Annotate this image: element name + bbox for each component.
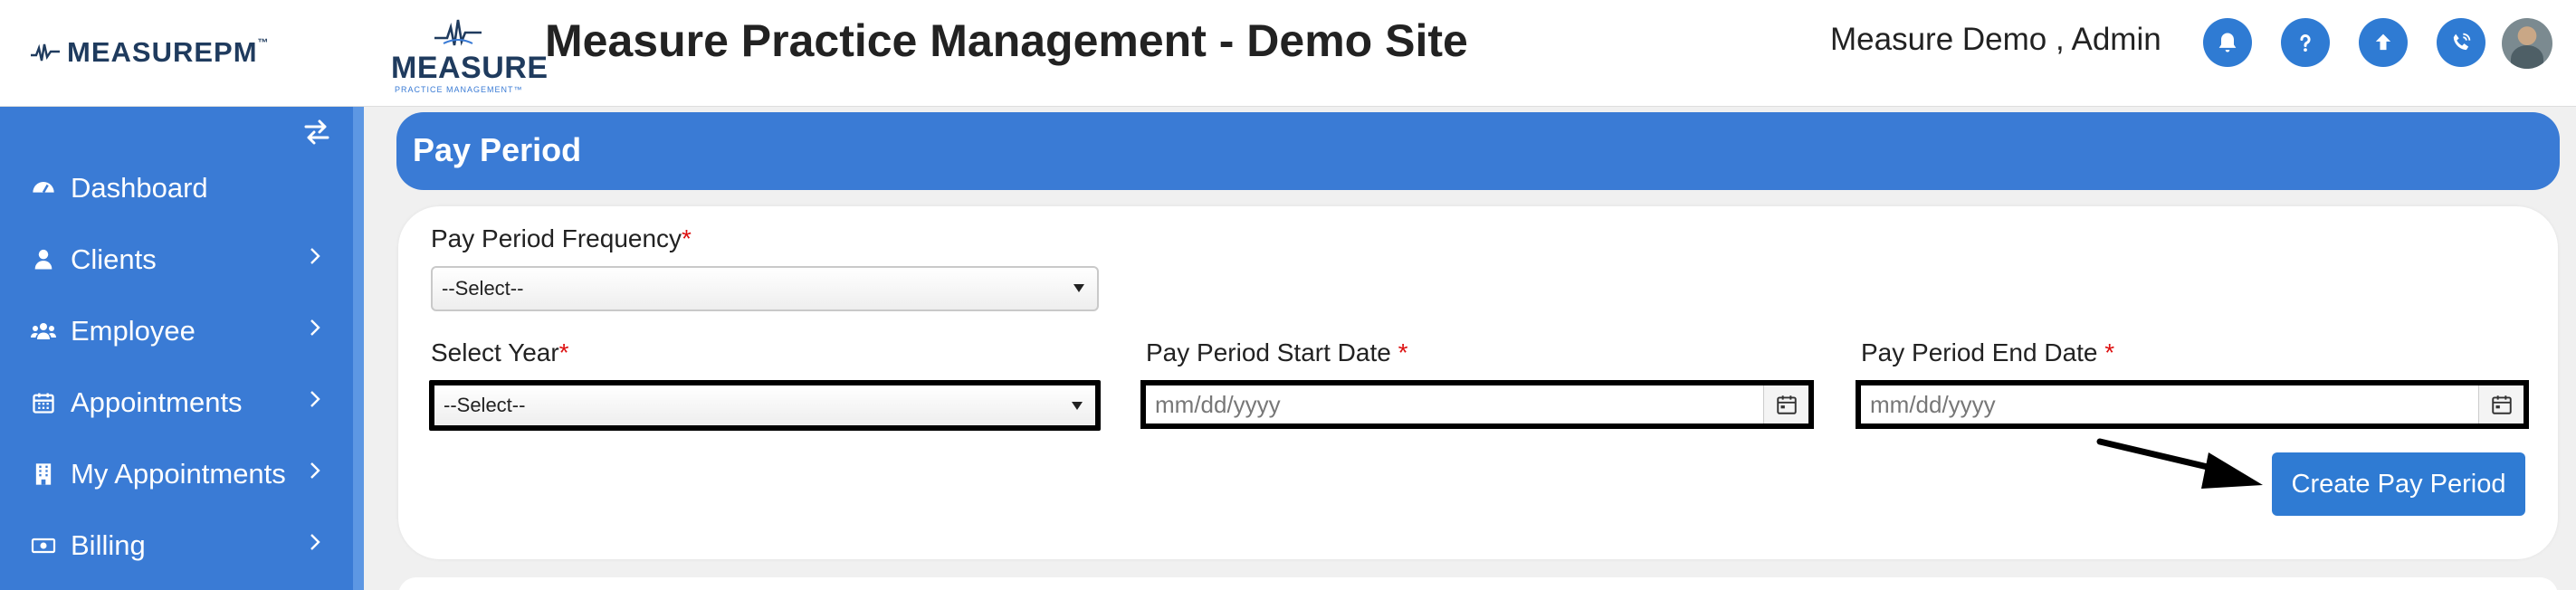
logo-subtitle: PRACTICE MANAGEMENT™ [395, 85, 523, 94]
create-pay-period-button[interactable]: Create Pay Period [2272, 452, 2525, 516]
year-select[interactable]: --Select-- [429, 380, 1101, 431]
sidebar-item-label: My Appointments [71, 458, 286, 490]
sidebar-item-my-appointments[interactable]: My Appointments [0, 443, 353, 505]
brand-logo[interactable]: MEASUREPM™ [29, 34, 270, 71]
site-title: Measure Practice Management - Demo Site [545, 15, 1468, 66]
sidebar-item-label: Appointments [71, 386, 243, 418]
avatar[interactable] [2502, 18, 2552, 69]
user-icon [29, 245, 58, 274]
chevron-right-icon [310, 248, 320, 264]
sidebar-item-appointments[interactable]: Appointments [0, 372, 353, 433]
sidebar-item-label: Dashboard [71, 172, 208, 204]
calendar-icon [29, 388, 58, 417]
chevron-right-icon [310, 534, 320, 550]
phone-button[interactable] [2437, 18, 2485, 67]
chevron-right-icon [310, 462, 320, 479]
sidebar-item-label: Employee [71, 315, 196, 347]
sidebar-item-billing[interactable]: Billing [0, 515, 353, 576]
start-date-placeholder: mm/dd/yyyy [1155, 390, 1281, 418]
upload-button[interactable] [2359, 18, 2408, 67]
required-mark: * [558, 338, 569, 366]
page-header: Pay Period [396, 112, 2560, 190]
sidebar-item-label: Billing [71, 529, 146, 561]
upload-icon [2375, 33, 2391, 51]
start-date-input[interactable]: mm/dd/yyyy [1140, 380, 1814, 429]
users-icon [29, 317, 58, 346]
sidebar-item-clients[interactable]: Clients [0, 229, 353, 290]
company-logo: MEASURE PRACTICE MANAGEMENT™ [391, 16, 548, 94]
required-mark: * [2104, 338, 2115, 366]
calendar-picker-button[interactable] [2478, 385, 2524, 423]
brand-text: MEASUREPM™ [67, 36, 270, 68]
chevron-right-icon [310, 319, 320, 336]
frequency-select-value: --Select-- [442, 277, 524, 300]
frequency-label: Pay Period Frequency* [431, 224, 692, 252]
required-mark: * [1398, 338, 1408, 366]
help-icon [2300, 33, 2311, 52]
end-date-input[interactable]: mm/dd/yyyy [1856, 380, 2529, 429]
sidebar-toggle-icon[interactable] [301, 116, 333, 148]
pay-period-form: Pay Period Frequency* --Select-- Select … [398, 206, 2558, 559]
building-icon [29, 460, 58, 489]
money-icon [29, 531, 58, 560]
phone-icon [2453, 33, 2471, 51]
logo-word: MEASURE [391, 51, 549, 85]
calendar-picker-button[interactable] [1763, 385, 1808, 423]
logo-mark-icon [434, 19, 482, 46]
calendar-icon [2491, 395, 2512, 414]
help-button[interactable] [2281, 18, 2330, 67]
sidebar-item-dashboard[interactable]: Dashboard [0, 157, 353, 219]
notification-button[interactable] [2203, 18, 2252, 67]
annotation-arrow-icon [2096, 438, 2263, 489]
page-title: Pay Period [413, 131, 582, 168]
chevron-right-icon [310, 391, 320, 407]
dashboard-icon [29, 174, 58, 203]
end-date-label: Pay Period End Date * [1861, 338, 2115, 366]
end-date-placeholder: mm/dd/yyyy [1870, 390, 1996, 418]
caret-down-icon [1072, 402, 1083, 410]
bell-icon [2218, 33, 2237, 52]
sidebar-item-label: Clients [71, 243, 157, 275]
caret-down-icon [1073, 284, 1084, 292]
calendar-icon [1776, 395, 1797, 414]
year-select-value: --Select-- [444, 394, 526, 416]
year-label: Select Year* [431, 338, 569, 366]
sidebar-item-employee[interactable]: Employee [0, 300, 353, 362]
frequency-select[interactable]: --Select-- [431, 266, 1099, 311]
start-date-label: Pay Period Start Date * [1146, 338, 1408, 366]
sidebar-edge [353, 107, 364, 590]
user-name[interactable]: Measure Demo , Admin [1830, 22, 2161, 58]
required-mark: * [682, 224, 692, 252]
brand-mark-icon [31, 43, 60, 62]
results-card [398, 577, 2558, 590]
top-header: MEASUREPM™ MEASURE PRACTICE MANAGEMENT™ … [0, 0, 2576, 107]
